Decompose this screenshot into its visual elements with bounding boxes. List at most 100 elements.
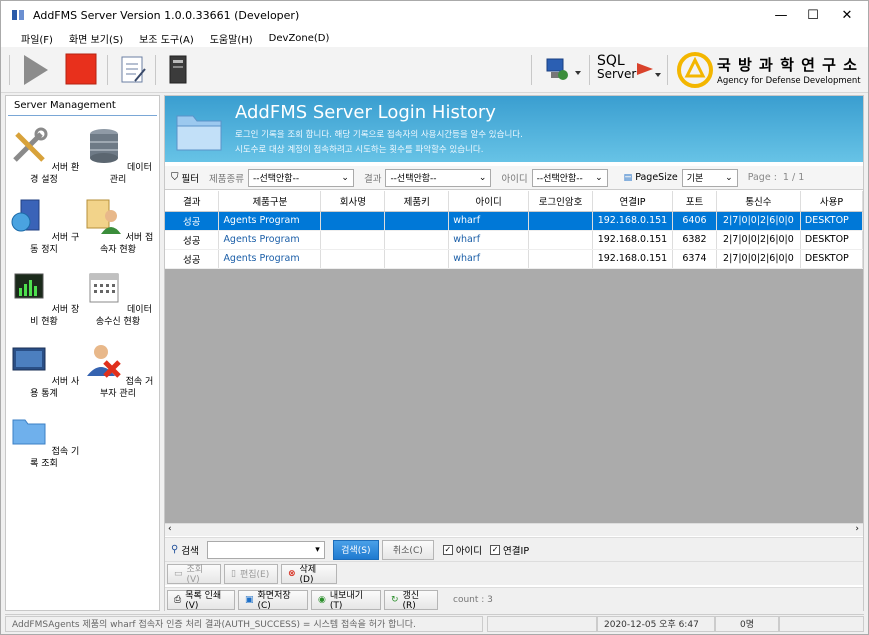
table-cell: DESKTOP bbox=[800, 249, 863, 269]
screen-icon bbox=[12, 347, 46, 371]
table-cell bbox=[528, 249, 593, 269]
sidebar: Server Management 서버 환경 설정 데이터 관리 서버 구동 … bbox=[5, 95, 160, 611]
start-icon[interactable] bbox=[21, 53, 51, 87]
table-row[interactable]: 성공 Agents Program wharf 192.168.0.151 6374 2|… bbox=[165, 249, 863, 269]
status-blank bbox=[487, 615, 597, 632]
column-header[interactable]: 회사명 bbox=[320, 191, 386, 212]
screen-save-icon: ▣ bbox=[245, 594, 254, 605]
monitor-chart-icon bbox=[14, 273, 44, 299]
sidebar-item-server-users[interactable]: 서버 접속자 현황 bbox=[82, 196, 154, 256]
table-cell: Agents Program bbox=[218, 230, 322, 250]
ip-checkbox[interactable]: ✓ bbox=[490, 544, 501, 555]
view-button[interactable]: ▭ 조회(V) bbox=[167, 563, 221, 585]
table-cell: 6382 bbox=[672, 230, 717, 250]
minimize-button[interactable]: — bbox=[765, 1, 797, 29]
pagesize-select[interactable]: 기본 ⌄ bbox=[681, 168, 738, 187]
toolbar-separator bbox=[9, 55, 10, 85]
cancel-button[interactable]: 취소(C) bbox=[381, 539, 434, 560]
edit-button[interactable]: ▯ 편집(E) bbox=[224, 563, 278, 584]
table-cell bbox=[528, 230, 593, 250]
column-header[interactable]: 로그인암호 bbox=[528, 191, 593, 212]
app-icon bbox=[12, 10, 24, 20]
chevron-down-icon: ▾ bbox=[315, 544, 320, 555]
sidebar-item-login-history[interactable]: 접속 기록 조회 bbox=[8, 410, 80, 470]
table-row[interactable]: 성공 Agents Program wharf 192.168.0.151 6382 2|… bbox=[165, 230, 863, 250]
pagesize-icon: ▤ bbox=[623, 172, 633, 183]
menu-help[interactable]: 도움말(H) bbox=[202, 31, 261, 46]
sql-server-logo[interactable]: SQL Server bbox=[597, 54, 637, 87]
column-header[interactable]: 통신수 bbox=[716, 191, 801, 212]
banner: AddFMS Server Login History 로그인 기록을 조회 합… bbox=[165, 96, 863, 162]
menu-file[interactable]: 파일(F) bbox=[13, 31, 61, 46]
maximize-button[interactable]: ☐ bbox=[797, 1, 829, 29]
table-cell: 192.168.0.151 bbox=[592, 211, 673, 231]
search-input[interactable]: ▾ bbox=[206, 540, 325, 559]
product-type-label: 제품종류 bbox=[208, 173, 244, 185]
view-icon: ▭ bbox=[174, 568, 183, 579]
table-header: 결과 제품구분 회사명 제품키 아이디 로그인암호 연결IP 포트 통신수 사용P bbox=[165, 191, 863, 212]
menu-tools[interactable]: 보조 도구(A) bbox=[131, 31, 202, 46]
delete-button[interactable]: ⊗ 삭제(D) bbox=[281, 563, 337, 585]
id-checkbox[interactable]: ✓ bbox=[442, 544, 453, 555]
id-label: 아이디 bbox=[501, 173, 528, 185]
table-cell bbox=[528, 211, 593, 231]
printer-icon: ⎙ bbox=[174, 594, 182, 605]
binoculars-icon: ⚲ bbox=[171, 544, 179, 555]
server-globe-icon bbox=[11, 199, 40, 232]
status-bar: AddFMSAgents 제품의 wharf 접속자 인증 처리 결과(AUTH… bbox=[5, 614, 864, 632]
id-select[interactable]: --선택안함-- ⌄ bbox=[531, 168, 608, 187]
status-datetime: 2020-12-05 오후 6:47 bbox=[597, 615, 715, 632]
table-cell: 2|7|0|0|2|6|0|0 bbox=[716, 211, 801, 231]
sidebar-item-data-transfer[interactable]: 데이터 송수신 현황 bbox=[82, 268, 154, 328]
column-header[interactable]: 아이디 bbox=[448, 191, 530, 212]
print-list-button[interactable]: ⎙ 목록 인쇄(V) bbox=[167, 589, 235, 611]
banner-description-2: 시도수로 대상 계정이 접속하려고 시도하는 횟수를 파악할수 있습니다. bbox=[235, 145, 484, 155]
sidebar-item-usage-stats[interactable]: 서버 사용 통계 bbox=[8, 340, 80, 400]
table-cell: 2|7|0|0|2|6|0|0 bbox=[716, 230, 801, 250]
title-bar: AddFMS Server Version 1.0.0.33661 (Devel… bbox=[1, 1, 868, 29]
result-select[interactable]: --선택안함-- ⌄ bbox=[385, 168, 492, 187]
toolbar-separator bbox=[589, 55, 590, 85]
column-header[interactable]: 연결IP bbox=[592, 191, 673, 212]
table-row[interactable]: 성공 Agents Program wharf 192.168.0.151 6406 2|… bbox=[165, 211, 863, 231]
database-icon bbox=[90, 129, 119, 163]
sidebar-item-server-settings[interactable]: 서버 환경 설정 bbox=[8, 126, 80, 186]
sidebar-item-data-management[interactable]: 데이터 관리 bbox=[82, 126, 154, 186]
column-header[interactable]: 사용P bbox=[800, 191, 863, 212]
page-label: Page : bbox=[747, 172, 777, 183]
scroll-left-icon[interactable]: ‹ bbox=[168, 524, 172, 534]
user-document-icon bbox=[86, 199, 121, 234]
device-icon[interactable] bbox=[167, 55, 189, 85]
refresh-button[interactable]: ↻ 갱신(R) bbox=[384, 589, 438, 611]
column-header[interactable]: 제품키 bbox=[384, 191, 450, 212]
search-button[interactable]: 검색(S) bbox=[332, 539, 379, 560]
menu-devzone[interactable]: DevZone(D) bbox=[261, 33, 338, 44]
sidebar-item-server-equipment[interactable]: 서버 장비 현황 bbox=[8, 268, 80, 328]
horizontal-scrollbar[interactable]: ‹ › bbox=[165, 523, 863, 536]
sidebar-item-server-start-stop[interactable]: 서버 구동 정지 bbox=[8, 196, 80, 256]
sql-server-arrow-icon[interactable] bbox=[637, 61, 661, 81]
user-block-icon bbox=[86, 345, 121, 378]
close-button[interactable]: ✕ bbox=[831, 1, 863, 29]
column-header[interactable]: 포트 bbox=[672, 191, 717, 212]
window-title: AddFMS Server Version 1.0.0.33661 (Devel… bbox=[33, 8, 300, 22]
page-title: AddFMS Server Login History bbox=[235, 102, 496, 123]
table-cell: 성공 bbox=[165, 230, 220, 250]
scroll-right-icon[interactable]: › bbox=[855, 524, 859, 534]
table-cell: wharf bbox=[448, 249, 530, 269]
login-history-table: 결과 제품구분 회사명 제품키 아이디 로그인암호 연결IP 포트 통신수 사용P 성공 Agent… bbox=[165, 191, 863, 523]
network-computer-icon[interactable] bbox=[541, 55, 583, 85]
product-type-select[interactable]: --선택안함-- ⌄ bbox=[247, 168, 354, 187]
column-header[interactable]: 결과 bbox=[165, 191, 220, 212]
export-button[interactable]: ◉ 내보내기(T) bbox=[311, 589, 381, 611]
sidebar-item-denied-users[interactable]: 접속 거부자 관리 bbox=[82, 340, 154, 400]
notes-icon[interactable] bbox=[119, 55, 147, 85]
delete-icon: ⊗ bbox=[288, 568, 296, 579]
stop-icon[interactable] bbox=[65, 53, 97, 85]
menu-view[interactable]: 화면 보기(S) bbox=[61, 31, 131, 46]
toolbar-separator bbox=[107, 55, 108, 85]
save-screen-button[interactable]: ▣ 화면저장(C) bbox=[238, 589, 308, 611]
filter-bar: ⛉ 필터 제품종류 --선택안함-- ⌄ 결과 --선택안함-- ⌄ 아이디 --선… bbox=[165, 166, 863, 190]
column-header[interactable]: 제품구분 bbox=[218, 191, 322, 212]
org-logo: 국 방 과 학 연 구 소 Agency for Defense Develop… bbox=[717, 56, 861, 86]
